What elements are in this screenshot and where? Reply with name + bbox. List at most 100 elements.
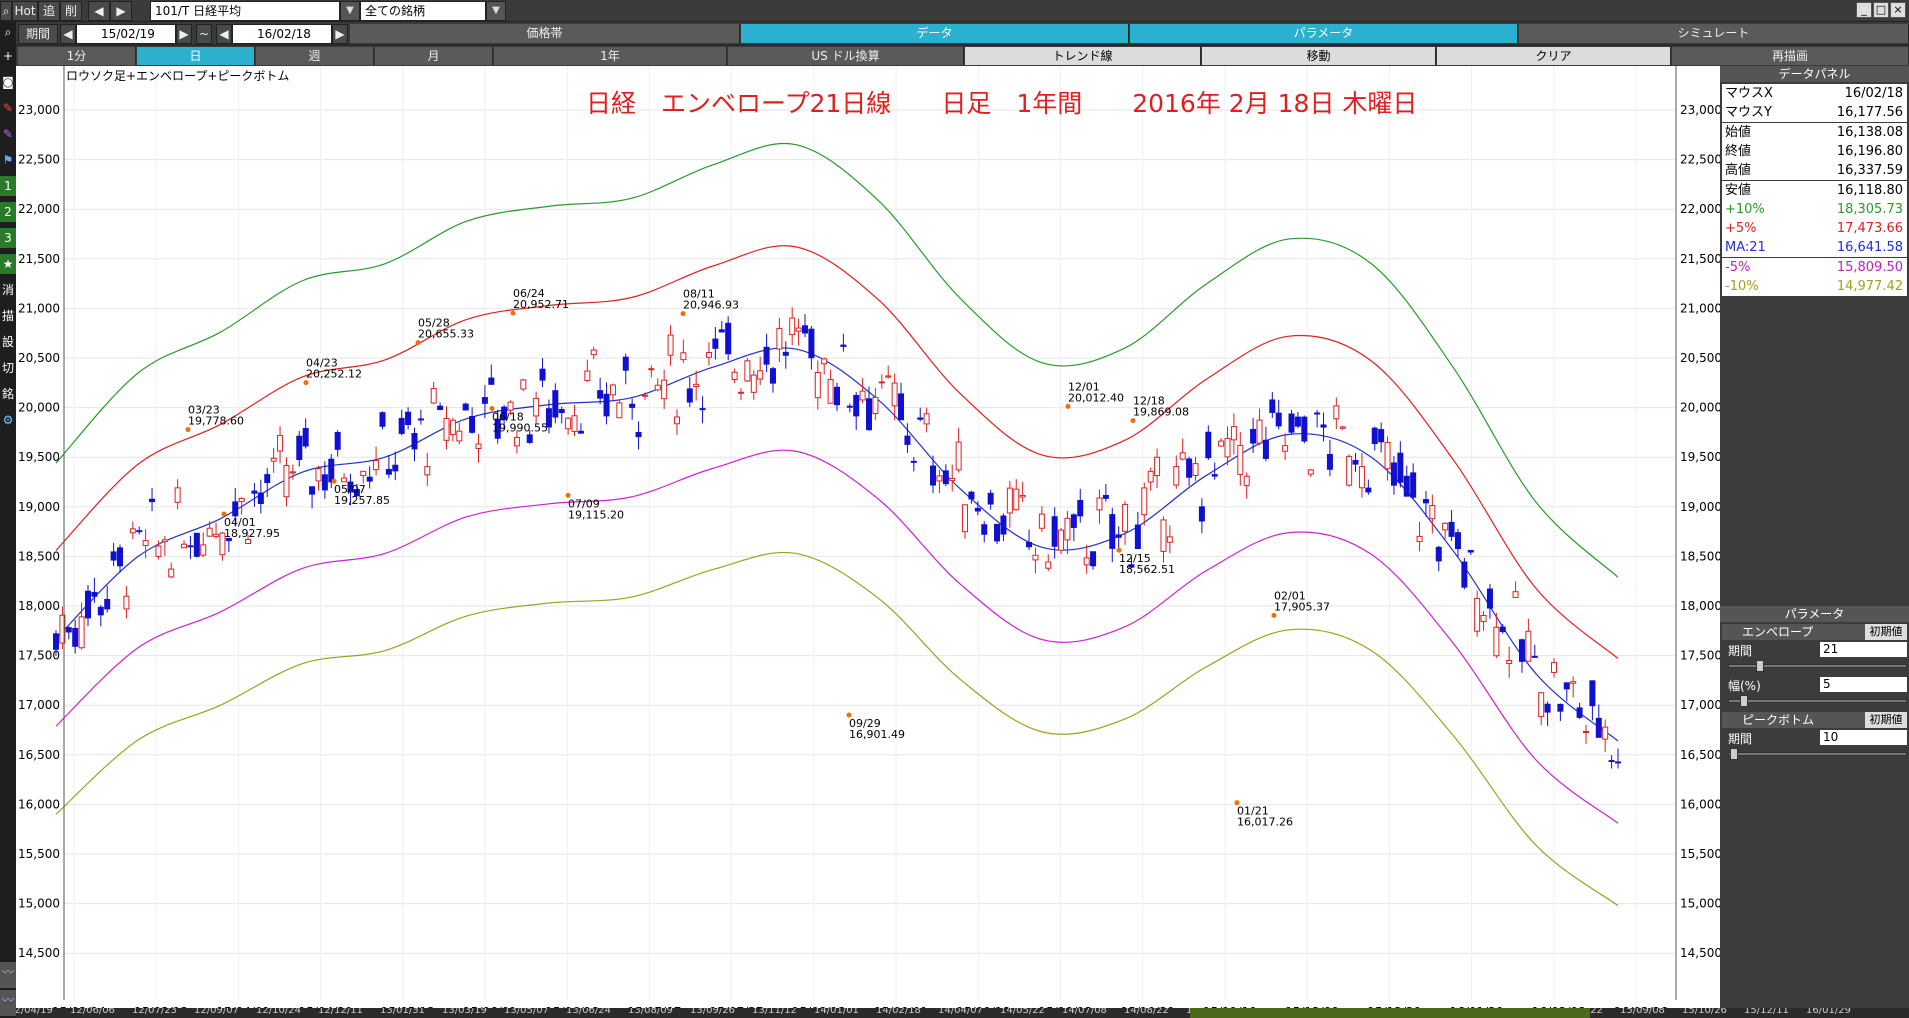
period-slider-thumb[interactable] xyxy=(1756,660,1764,672)
overview-tick-label: 12/07/23 xyxy=(132,1008,177,1016)
candle-body xyxy=(635,431,642,438)
tab-parameters[interactable]: パラメータ xyxy=(1130,24,1518,43)
tab-1min[interactable]: 1分 xyxy=(18,47,136,65)
switch-button[interactable]: 切 xyxy=(0,358,16,378)
preset-1-button[interactable]: 1 xyxy=(0,176,16,196)
prev-arrow-icon[interactable]: ◀ xyxy=(216,24,232,44)
camera-icon[interactable]: ◙ xyxy=(0,72,16,92)
pb-period-slider[interactable] xyxy=(1728,752,1907,756)
crosshair-icon[interactable]: + xyxy=(0,46,16,66)
candle-body xyxy=(680,352,687,361)
chart-thumb-icon[interactable]: 〰 xyxy=(0,962,16,988)
candle-body xyxy=(379,412,386,427)
envelope-reset-button[interactable]: 初期値 xyxy=(1865,624,1907,640)
erase-button[interactable]: 消 xyxy=(0,280,16,300)
candle-body xyxy=(808,328,815,359)
width-slider[interactable] xyxy=(1728,699,1907,703)
tab-price-band[interactable]: 価格帯 xyxy=(350,24,740,43)
chart-area[interactable]: 23,000 22,500 22,000 21,500 21,000 20,500 20,0… xyxy=(16,66,1720,1018)
tab-simulate[interactable]: シミュレート xyxy=(1519,24,1909,43)
preset-2-button[interactable]: 2 xyxy=(0,202,16,222)
filter-field[interactable]: 全ての銘柄 xyxy=(360,1,486,21)
delete-button[interactable]: 削 xyxy=(60,1,82,21)
candle-body xyxy=(795,327,802,332)
hot-button[interactable]: Hot xyxy=(12,1,38,21)
symbol-field[interactable]: 101/T 日経平均 xyxy=(150,1,340,21)
timeframe-toolbar: 1分 日 週 月 1年 US ドル換算 トレンド線 移動 クリア 再描画 xyxy=(0,46,1909,66)
overview-tick-label: 13/03/19 xyxy=(442,1008,487,1016)
peak-bottom-label: ピークボトム xyxy=(1742,713,1815,727)
draw-button[interactable]: 描 xyxy=(0,306,16,326)
maximize-icon[interactable]: □ xyxy=(1873,2,1889,18)
tab-data[interactable]: データ xyxy=(741,24,1129,43)
pb-period-slider-thumb[interactable] xyxy=(1730,748,1738,760)
y-tick-label: 19,000 xyxy=(1680,500,1720,514)
search-icon[interactable]: ⌕ xyxy=(0,1,12,21)
width-slider-thumb[interactable] xyxy=(1740,695,1748,707)
y-tick-label: 16,500 xyxy=(1680,748,1720,762)
tab-daily[interactable]: 日 xyxy=(137,47,255,65)
candle-body xyxy=(1422,499,1429,504)
left-toolbar: ⌕ + ◙ ✎ ✎ ⚑ 1 2 3 ★ 消 描 設 切 銘 ⚙ 〰 〰 xyxy=(0,22,16,1018)
tab-move[interactable]: 移動 xyxy=(1202,47,1436,65)
search-icon[interactable]: ⌕ xyxy=(0,22,16,42)
overview-tick-label: 13/11/12 xyxy=(752,1008,797,1016)
settings-button[interactable]: 設 xyxy=(0,332,16,352)
pen-red-icon[interactable]: ✎ xyxy=(0,98,16,118)
next-arrow-icon[interactable]: ▶ xyxy=(176,24,192,44)
candle-body xyxy=(123,595,130,610)
tab-trendline[interactable]: トレンド線 xyxy=(965,47,1201,65)
data-panel-label: 始値 xyxy=(1725,124,1752,140)
chevron-down-icon[interactable]: ▼ xyxy=(340,1,360,21)
candle-body xyxy=(1615,761,1621,764)
candle-body xyxy=(1243,475,1250,487)
candle-body xyxy=(1032,554,1039,561)
tab-clear[interactable]: クリア xyxy=(1437,47,1671,65)
y-tick-label: 21,500 xyxy=(1680,252,1720,266)
chart-thumb-icon[interactable]: 〰 xyxy=(0,990,16,1016)
candle-body xyxy=(1602,726,1609,740)
tab-usd[interactable]: US ドル換算 xyxy=(728,47,964,65)
date-to-field[interactable]: 16/02/18 xyxy=(232,24,332,44)
peak-value: 18,927.95 xyxy=(224,527,280,540)
flag-icon[interactable]: ⚑ xyxy=(0,150,16,170)
peak-value: 19,257.85 xyxy=(334,494,390,507)
date-from-field[interactable]: 15/02/19 xyxy=(76,24,176,44)
peak-bottom-reset-button[interactable]: 初期値 xyxy=(1865,712,1907,728)
prev-arrow-icon[interactable]: ◀ xyxy=(60,24,76,44)
candle-body xyxy=(1320,424,1327,428)
preset-3-button[interactable]: 3 xyxy=(0,228,16,248)
symbol-button[interactable]: 銘 xyxy=(0,384,16,404)
candle-body xyxy=(1006,487,1013,514)
star-icon[interactable]: ★ xyxy=(0,254,16,274)
tab-redraw[interactable]: 再描画 xyxy=(1672,47,1909,65)
add-button[interactable]: 追 xyxy=(38,1,60,21)
overview-selection[interactable] xyxy=(1190,1008,1590,1018)
close-icon[interactable]: × xyxy=(1890,2,1906,18)
y-tick-label: 15,000 xyxy=(1680,897,1720,911)
next-arrow-icon[interactable]: ▶ xyxy=(110,1,132,21)
pen-purple-icon[interactable]: ✎ xyxy=(0,124,16,144)
candle-body xyxy=(731,371,738,381)
period-param-input[interactable]: 21 xyxy=(1820,642,1907,657)
tab-1year[interactable]: 1年 xyxy=(494,47,727,65)
width-param-input[interactable]: 5 xyxy=(1820,677,1907,692)
overview-axis[interactable]: 12/04/19 12/06/06 12/07/23 12/09/07 12/10/24… xyxy=(16,1008,1909,1018)
overview-tick-label: 14/07/08 xyxy=(1062,1008,1107,1016)
next-arrow-icon[interactable]: ▶ xyxy=(332,24,348,44)
gear-icon[interactable]: ⚙ xyxy=(0,410,16,430)
minimize-icon[interactable]: _ xyxy=(1856,2,1872,18)
tab-monthly[interactable]: 月 xyxy=(375,47,493,65)
tab-weekly[interactable]: 週 xyxy=(256,47,374,65)
y-tick-label: 16,500 xyxy=(18,748,60,762)
candle-body xyxy=(200,544,207,556)
period-slider[interactable] xyxy=(1728,664,1907,668)
candle-body xyxy=(373,460,380,471)
chart-svg[interactable]: 23,000 22,500 22,000 21,500 21,000 20,500 20,0… xyxy=(16,66,1720,1018)
pb-period-input[interactable]: 10 xyxy=(1820,730,1907,745)
candle-body xyxy=(1416,535,1423,543)
candle-body xyxy=(417,418,424,421)
prev-arrow-icon[interactable]: ◀ xyxy=(88,1,110,21)
candle-body xyxy=(661,379,668,400)
chevron-down-icon[interactable]: ▼ xyxy=(486,1,506,21)
